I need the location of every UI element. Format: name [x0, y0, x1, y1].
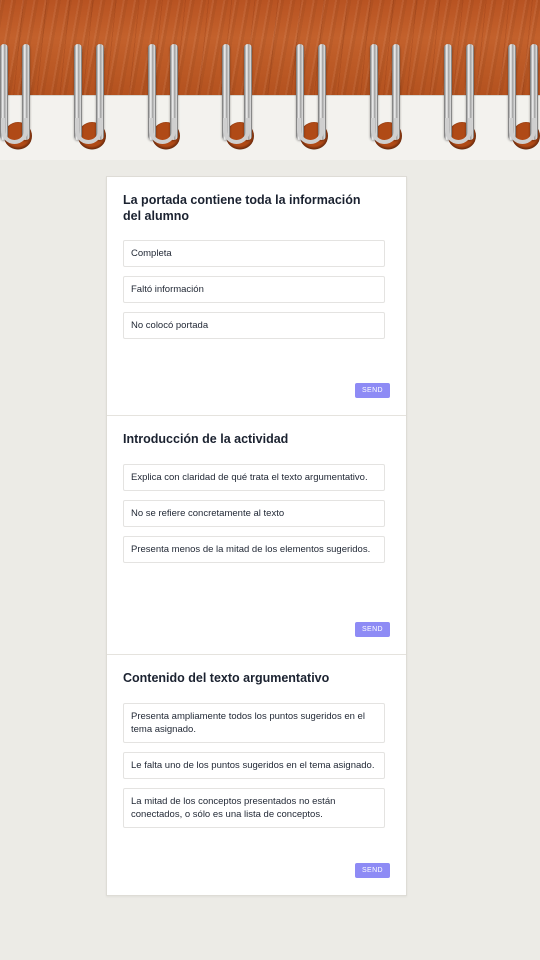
- send-button[interactable]: SEND: [355, 622, 390, 637]
- answer-option[interactable]: Presenta ampliamente todos los puntos su…: [123, 703, 385, 743]
- spiral-ring-icon: [222, 0, 256, 160]
- answer-option[interactable]: No se refiere concretamente al texto: [123, 500, 385, 527]
- spiral-ring-icon: [296, 0, 330, 160]
- answer-options: Completa Faltó información No colocó por…: [123, 240, 385, 348]
- answer-option[interactable]: Completa: [123, 240, 385, 267]
- spiral-ring-icon: [444, 0, 478, 160]
- answer-options: Presenta ampliamente todos los puntos su…: [123, 703, 385, 837]
- answer-option[interactable]: Le falta uno de los puntos sugeridos en …: [123, 752, 385, 779]
- spiral-ring-icon: [370, 0, 404, 160]
- answer-options: Explica con claridad de qué trata el tex…: [123, 464, 385, 572]
- spiral-ring-icon: [148, 0, 182, 160]
- answer-option[interactable]: La mitad de los conceptos presentados no…: [123, 788, 385, 828]
- question-card-introduccion: Introducción de la actividad Explica con…: [107, 416, 406, 655]
- answer-option[interactable]: Faltó información: [123, 276, 385, 303]
- answer-option[interactable]: Explica con claridad de qué trata el tex…: [123, 464, 385, 491]
- question-title: Contenido del texto argumentativo: [123, 671, 330, 685]
- answer-option[interactable]: Presenta menos de la mitad de los elemen…: [123, 536, 385, 563]
- spiral-ring-icon: [508, 0, 540, 160]
- question-title: Introducción de la actividad: [123, 432, 289, 446]
- send-button[interactable]: SEND: [355, 383, 390, 398]
- question-title: La portada contiene toda la información …: [123, 193, 361, 223]
- spiral-ring-icon: [74, 0, 108, 160]
- question-card-contenido: Contenido del texto argumentativo Presen…: [107, 655, 406, 895]
- question-card-portada: La portada contiene toda la información …: [107, 177, 406, 416]
- send-button[interactable]: SEND: [355, 863, 390, 878]
- spiral-ring-icon: [0, 0, 34, 160]
- rubric-panel: La portada contiene toda la información …: [106, 176, 407, 896]
- notebook-header: [0, 0, 540, 160]
- answer-option[interactable]: No colocó portada: [123, 312, 385, 339]
